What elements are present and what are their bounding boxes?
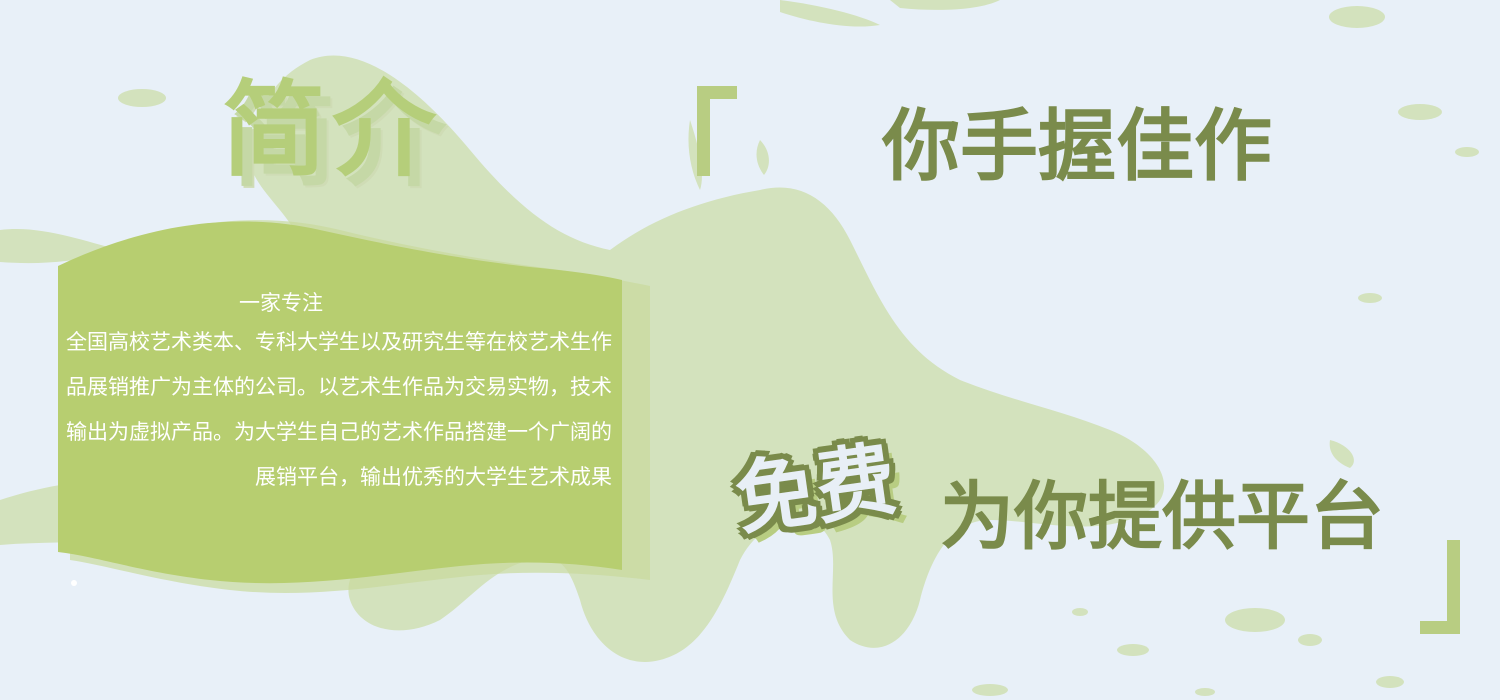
intro-title: 简介 xyxy=(222,69,443,191)
open-quote-bracket xyxy=(697,86,737,176)
free-badge: 免费 xyxy=(730,432,902,547)
intro-body: 全国高校艺术类本、专科大学生以及研究生等在校艺术生作品展销推广为主体的公司。以艺… xyxy=(66,330,612,489)
intro-heading: 一家专注 xyxy=(239,291,323,315)
slogan-line-1: 你手握佳作 xyxy=(882,102,1273,192)
intro-description: 一家专注 全国高校艺术类本、专科大学生以及研究生等在校艺术生作品展销推广为主体的… xyxy=(66,286,612,500)
slogan-line-2: 为你提供平台 xyxy=(940,474,1384,560)
close-quote-bracket xyxy=(1420,540,1460,634)
banner: 简介 一家专注 全国高校艺术类本、专科大学生以及研究生等在校艺术生作品展销推广为… xyxy=(0,0,1500,700)
